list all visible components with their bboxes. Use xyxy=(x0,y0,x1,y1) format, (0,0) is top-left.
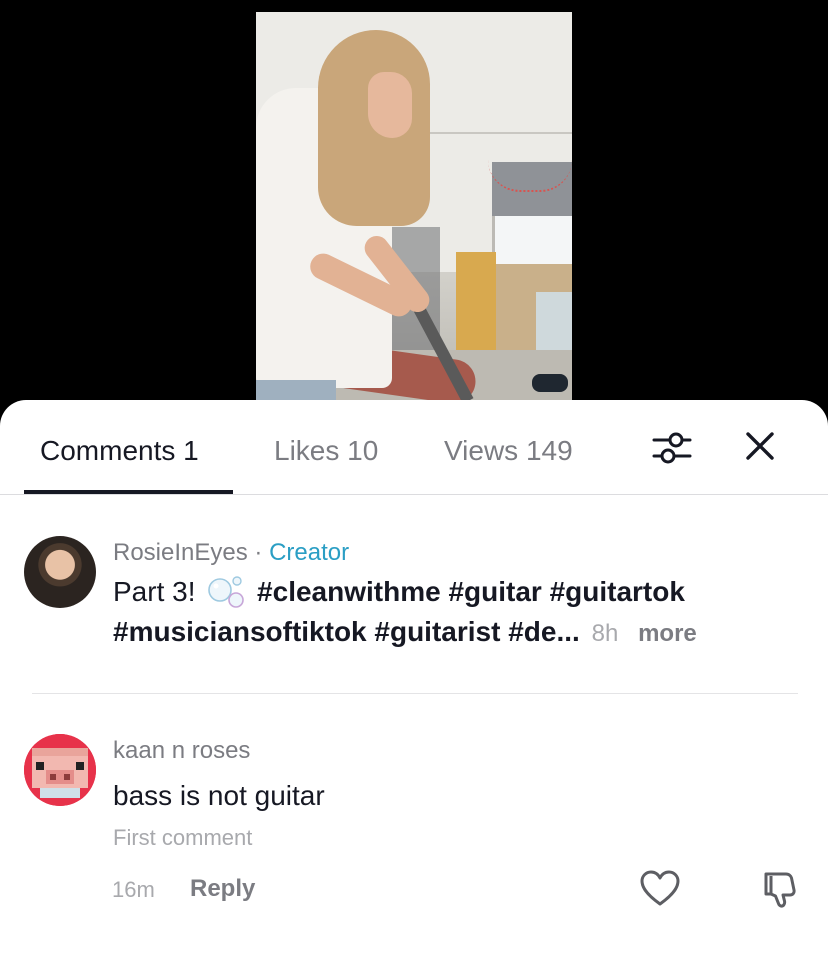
comments-sheet: Comments 1 Likes 10 Views 149 RosieInEye… xyxy=(0,400,828,960)
caption-hashtags-line1[interactable]: #cleanwithme #guitar #guitartok xyxy=(257,576,685,607)
comment-text: bass is not guitar xyxy=(113,780,325,811)
video-player[interactable] xyxy=(0,0,828,420)
divider xyxy=(32,693,798,694)
tab-bar: Comments 1 Likes 10 Views 149 xyxy=(0,400,828,495)
avatar[interactable] xyxy=(24,734,96,806)
active-tab-indicator xyxy=(24,490,233,494)
video-frame[interactable] xyxy=(256,12,572,400)
comment-username[interactable]: RosieInEyes xyxy=(113,539,248,566)
bubbles-icon xyxy=(207,575,245,609)
caption-hashtags-line2[interactable]: #musiciansoftiktok #guitarist #de... xyxy=(113,616,580,647)
comment-text: Part 3! #cleanwithme #guitar #guitartok … xyxy=(113,572,803,654)
tab-comments[interactable]: Comments 1 xyxy=(40,434,199,468)
reply-button[interactable]: Reply xyxy=(190,874,255,904)
filter-sliders-icon[interactable] xyxy=(651,428,693,468)
tab-likes[interactable]: Likes 10 xyxy=(274,434,378,468)
creator-badge: Creator xyxy=(269,539,350,566)
tab-views[interactable]: Views 149 xyxy=(444,434,573,468)
caption-prefix: Part 3! xyxy=(113,576,204,607)
thumbs-down-icon[interactable] xyxy=(760,870,800,910)
comment-username-line: RosieInEyes · Creator xyxy=(113,538,349,568)
avatar[interactable] xyxy=(24,536,96,608)
close-icon[interactable] xyxy=(742,428,778,464)
first-comment-label: First comment xyxy=(113,825,253,850)
heart-icon[interactable] xyxy=(640,870,680,908)
more-link[interactable]: more xyxy=(638,620,697,647)
comment-time: 8h xyxy=(591,620,619,647)
username-separator: · xyxy=(247,539,270,566)
comment-time: 16m xyxy=(112,877,155,902)
comment-username[interactable]: kaan n roses xyxy=(113,736,250,766)
